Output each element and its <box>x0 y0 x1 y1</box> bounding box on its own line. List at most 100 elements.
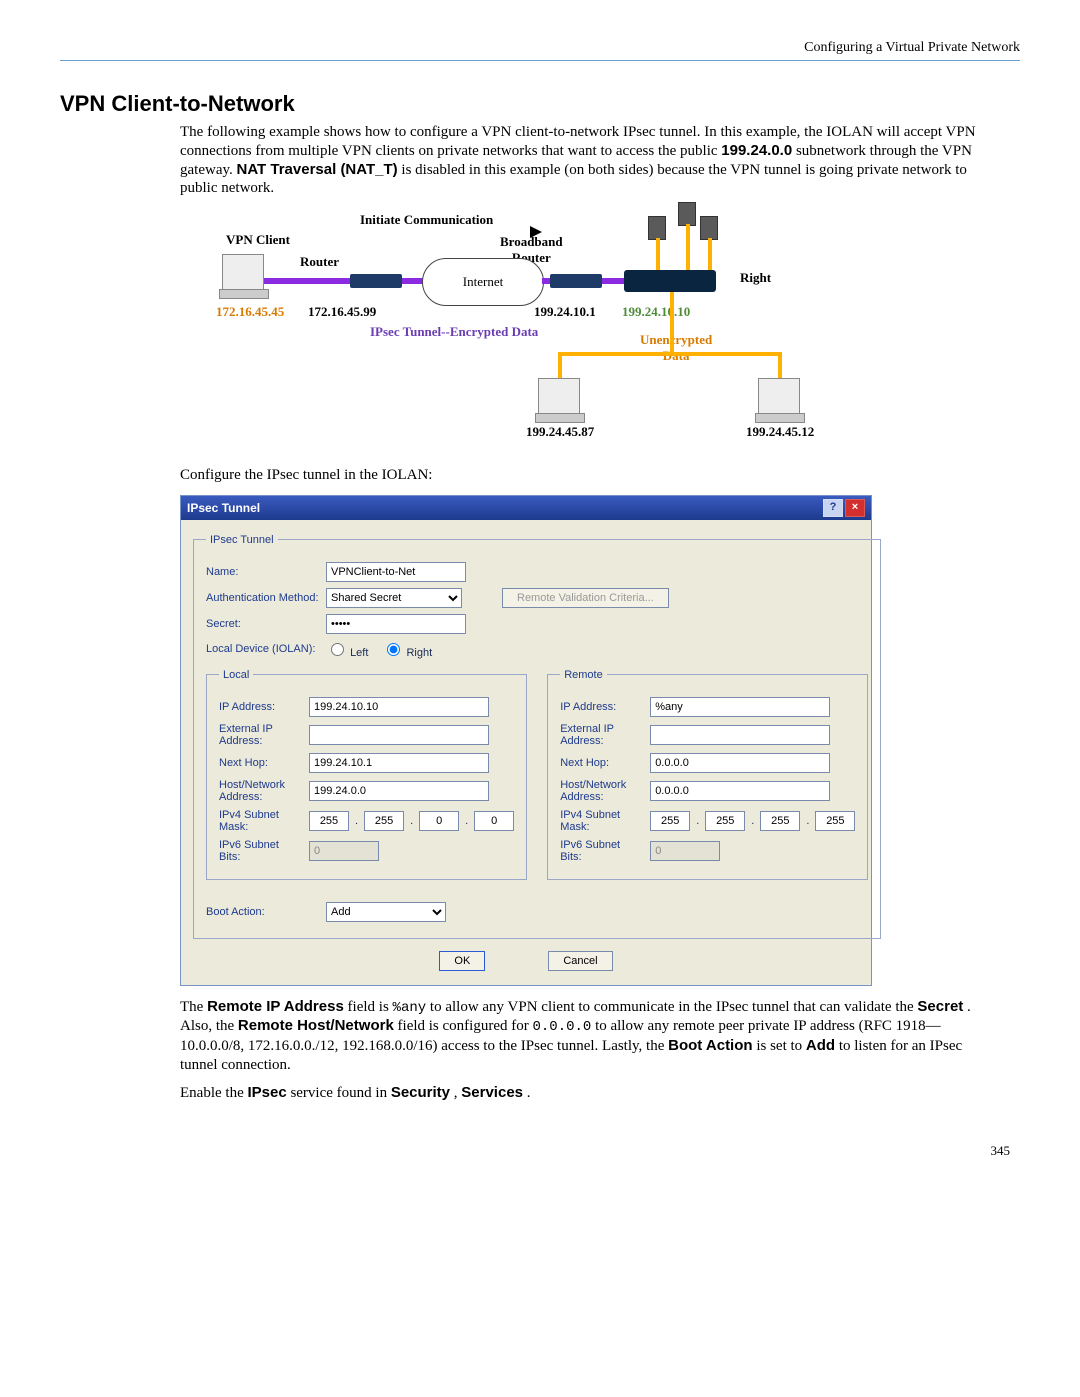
remote-mask-0[interactable] <box>650 811 690 831</box>
local-mask-3[interactable] <box>474 811 514 831</box>
remote-nexthop-input[interactable] <box>650 753 830 773</box>
text: field is <box>348 999 393 1015</box>
ip-gateway: 199.24.10.10 <box>622 304 690 320</box>
label-vpn-client: VPN Client <box>226 232 290 248</box>
local-ip-input[interactable] <box>309 697 489 717</box>
dot: . <box>696 815 699 827</box>
radio-right-text: Right <box>406 647 432 659</box>
text: is set to <box>756 1038 806 1054</box>
text: field is configured for <box>398 1018 533 1034</box>
lan-line <box>778 352 782 380</box>
outro-paragraph: The Remote IP Address field is %any to a… <box>180 998 1000 1075</box>
ipsec-tunnel-dialog: IPsec Tunnel ? × IPsec Tunnel Name: Auth… <box>180 495 872 986</box>
dialog-titlebar: IPsec Tunnel ? × <box>181 496 871 520</box>
local-mask-0[interactable] <box>309 811 349 831</box>
close-button[interactable]: × <box>845 499 865 517</box>
ip-router1: 172.16.45.99 <box>308 304 376 320</box>
secret-input[interactable] <box>326 614 466 634</box>
link-line <box>602 278 626 284</box>
text: to allow any VPN client to communicate i… <box>430 999 918 1015</box>
code: 0.0.0.0 <box>533 1019 592 1035</box>
enable-paragraph: Enable the IPsec service found in Securi… <box>180 1084 1000 1103</box>
page-number: 345 <box>60 1143 1010 1159</box>
bold: Remote Host/Network <box>238 1017 394 1034</box>
label-extip: External IP Address: <box>560 723 650 747</box>
auth-method-select[interactable]: Shared Secret <box>326 588 462 608</box>
legend-local: Local <box>219 669 253 681</box>
help-button[interactable]: ? <box>823 499 843 517</box>
legend: IPsec Tunnel <box>206 534 278 546</box>
remote-mask-1[interactable] <box>705 811 745 831</box>
label-nexthop: Next Hop: <box>219 757 309 769</box>
radio-left-label[interactable]: Left <box>326 640 368 659</box>
label-router: Router <box>300 254 339 270</box>
text: The <box>180 999 207 1015</box>
label-v6bits: IPv6 Subnet Bits: <box>560 839 650 863</box>
radio-right-label[interactable]: Right <box>382 640 432 659</box>
label-extip: External IP Address: <box>219 723 309 747</box>
lan-line <box>558 352 562 380</box>
radio-left-text: Left <box>350 647 368 659</box>
pc-icon <box>758 378 800 414</box>
remote-extip-input[interactable] <box>650 725 830 745</box>
label-secret: Secret: <box>206 618 326 630</box>
label-name: Name: <box>206 566 326 578</box>
local-v6bits-input <box>309 841 379 861</box>
boot-action-select[interactable]: Add <box>326 902 446 922</box>
caption-configure: Configure the IPsec tunnel in the IOLAN: <box>180 466 1000 485</box>
label-ip: IP Address: <box>560 701 650 713</box>
remote-mask-2[interactable] <box>760 811 800 831</box>
remote-mask-3[interactable] <box>815 811 855 831</box>
fieldset-remote: Remote IP Address: External IP Address: … <box>547 669 868 880</box>
text: . <box>527 1085 531 1101</box>
router-icon <box>550 274 602 288</box>
section-heading: VPN Client-to-Network <box>60 91 1020 117</box>
label-local-device: Local Device (IOLAN): <box>206 643 326 655</box>
label-v4mask: IPv4 Subnet Mask: <box>560 809 650 833</box>
page-header: Configuring a Virtual Private Network <box>60 40 1020 56</box>
network-diagram: Initiate Communication VPN Client Router… <box>180 212 880 452</box>
bold: Boot Action <box>668 1037 752 1054</box>
radio-left[interactable] <box>331 643 344 656</box>
label-ipsec-tunnel: IPsec Tunnel--Encrypted Data <box>370 324 538 340</box>
remote-v6bits-input <box>650 841 720 861</box>
bold: Security <box>391 1084 450 1101</box>
label-right: Right <box>740 270 771 286</box>
local-mask-2[interactable] <box>419 811 459 831</box>
ok-button[interactable]: OK <box>439 951 485 971</box>
local-nexthop-input[interactable] <box>309 753 489 773</box>
label-unencrypted: Unencrypted Data <box>640 332 712 364</box>
server-icon <box>648 216 666 240</box>
local-extip-input[interactable] <box>309 725 489 745</box>
link-line <box>402 278 424 284</box>
label-initiate: Initiate Communication <box>360 212 493 228</box>
local-mask-1[interactable] <box>364 811 404 831</box>
dot: . <box>751 815 754 827</box>
lan-line <box>558 352 782 356</box>
remote-hostnet-input[interactable] <box>650 781 830 801</box>
lan-line <box>708 238 712 270</box>
ip-pc2: 199.24.45.12 <box>746 424 814 440</box>
label-ip: IP Address: <box>219 701 309 713</box>
ip-router2: 199.24.10.1 <box>534 304 596 320</box>
fieldset-ipsec-tunnel: IPsec Tunnel Name: Authentication Method… <box>193 534 881 939</box>
nat-bold: NAT Traversal (NAT_T) <box>237 161 398 178</box>
remote-validation-button: Remote Validation Criteria... <box>502 588 669 608</box>
name-input[interactable] <box>326 562 466 582</box>
label-v6bits: IPv6 Subnet Bits: <box>219 839 309 863</box>
code: %any <box>393 1000 427 1016</box>
cancel-button[interactable]: Cancel <box>548 951 612 971</box>
server-icon <box>678 202 696 226</box>
local-hostnet-input[interactable] <box>309 781 489 801</box>
server-icon <box>700 216 718 240</box>
radio-right[interactable] <box>387 643 400 656</box>
link-line <box>264 278 354 284</box>
bold: IPsec <box>247 1084 286 1101</box>
remote-ip-input[interactable] <box>650 697 830 717</box>
text: service found in <box>290 1085 390 1101</box>
text: Enable the <box>180 1085 247 1101</box>
ip-pc1: 199.24.45.87 <box>526 424 594 440</box>
dot: . <box>465 815 468 827</box>
ip-client: 172.16.45.45 <box>216 304 284 320</box>
label-auth-method: Authentication Method: <box>206 592 326 604</box>
